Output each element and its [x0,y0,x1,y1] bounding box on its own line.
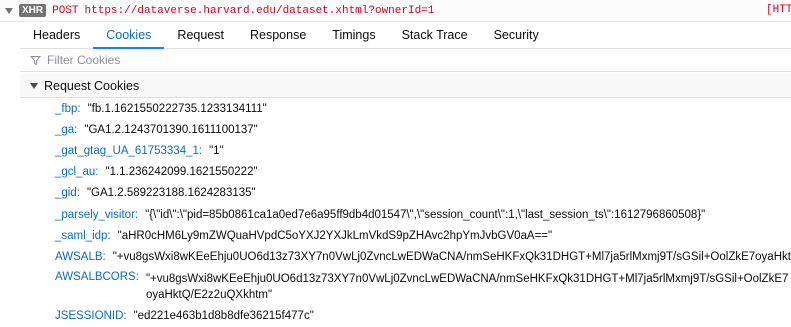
cookie-list: _fbp: "fb.1.1621550222735.1233134111" _g… [20,98,791,327]
details-tab-bar: Headers Cookies Request Response Timings… [20,22,791,49]
cookie-row[interactable]: _gcl_au: "1.1.236242099.1621550222" [20,162,791,183]
tab-cookies[interactable]: Cookies [93,22,165,49]
request-summary-row[interactable]: XHR POST https://dataverse.harvard.edu/d… [0,0,791,22]
cookie-value: "GA1.2.1243701390.1611100137" [84,123,258,136]
cookie-name: _gcl_au: [55,166,99,179]
cookie-value: "+vu8gsWxi8wKEeEhju0UO6d13z73XY7n0VwLj0Z… [145,272,789,301]
cookie-row[interactable]: AWSALBCORS: "+vu8gsWxi8wKEeEhju0UO6d13z7… [20,268,791,306]
cookie-value: "+vu8gsWxi8wKEeEhju0UO6d13z73XY7n0VwLj0Z… [112,250,791,263]
cookie-row[interactable]: _saml_idp: "aHR0cHM6Ly9mZWQuaHVpdC5oYXJ2… [20,225,791,246]
tab-request[interactable]: Request [164,22,237,48]
cookie-name: _fbp: [55,102,81,115]
tab-timings[interactable]: Timings [319,22,388,48]
request-method: POST [52,4,79,17]
tab-stack-trace[interactable]: Stack Trace [389,22,481,48]
tab-security[interactable]: Security [481,22,552,48]
cookie-name: _gid: [55,187,80,200]
filter-bar [20,49,791,72]
cookie-name: _parsely_visitor: [55,208,139,221]
cookie-row[interactable]: _ga: "GA1.2.1243701390.1611100137" [20,119,791,140]
filter-icon [30,55,41,65]
cookie-name: AWSALBCORS: [55,270,139,283]
cookie-name: _ga: [55,123,78,136]
cookie-value: "{\"id\":\"pid=85b0861ca1a0ed7e6a95ff9db… [145,208,706,221]
cookie-value: "ed221e463b1d8b8dfe36215f477c" [133,310,314,323]
cookie-name: JSESSIONID: [55,310,127,323]
cookie-value: "fb.1.1621550222735.1233134111" [87,102,267,115]
cookie-row[interactable]: AWSALB: "+vu8gsWxi8wKEeEhju0UO6d13z73XY7… [20,246,791,267]
cookie-name: _gat_gtag_UA_61753334_1: [55,144,203,157]
filter-cookies-input[interactable] [47,53,447,67]
cookie-value: "aHR0cHM6Ly9mZWQuaHVpdC5oYXJ2YXJkLmVkdS9… [117,229,553,242]
request-status: [HTT [766,4,791,16]
cookie-name: _saml_idp: [55,229,111,242]
request-cookies-section-header[interactable]: Request Cookies [20,74,791,98]
cookie-value: "GA1.2.589223188.1624283135" [86,187,256,200]
cookie-row[interactable]: _gid: "GA1.2.589223188.1624283135" [20,183,791,204]
tab-headers[interactable]: Headers [20,22,93,48]
collapse-arrow-icon[interactable] [30,82,38,89]
cookie-value: "1.1.236242099.1621550222" [105,166,258,179]
cookie-row[interactable]: JSESSIONID: "ed221e463b1d8b8dfe36215f477… [20,306,791,327]
cookie-row[interactable]: _parsely_visitor: "{\"id\":\"pid=85b0861… [20,204,791,225]
cookie-row[interactable]: _fbp: "fb.1.1621550222735.1233134111" [20,98,791,119]
cookie-value: "1" [209,144,224,157]
request-url: https://dataverse.harvard.edu/dataset.xh… [84,4,435,17]
expand-toggle-icon[interactable] [5,7,13,14]
request-type-badge: XHR [19,4,47,17]
cookie-name: AWSALB: [55,250,106,263]
section-title: Request Cookies [44,78,140,93]
cookie-row[interactable]: _gat_gtag_UA_61753334_1: "1" [20,140,791,161]
tab-response[interactable]: Response [237,22,319,48]
